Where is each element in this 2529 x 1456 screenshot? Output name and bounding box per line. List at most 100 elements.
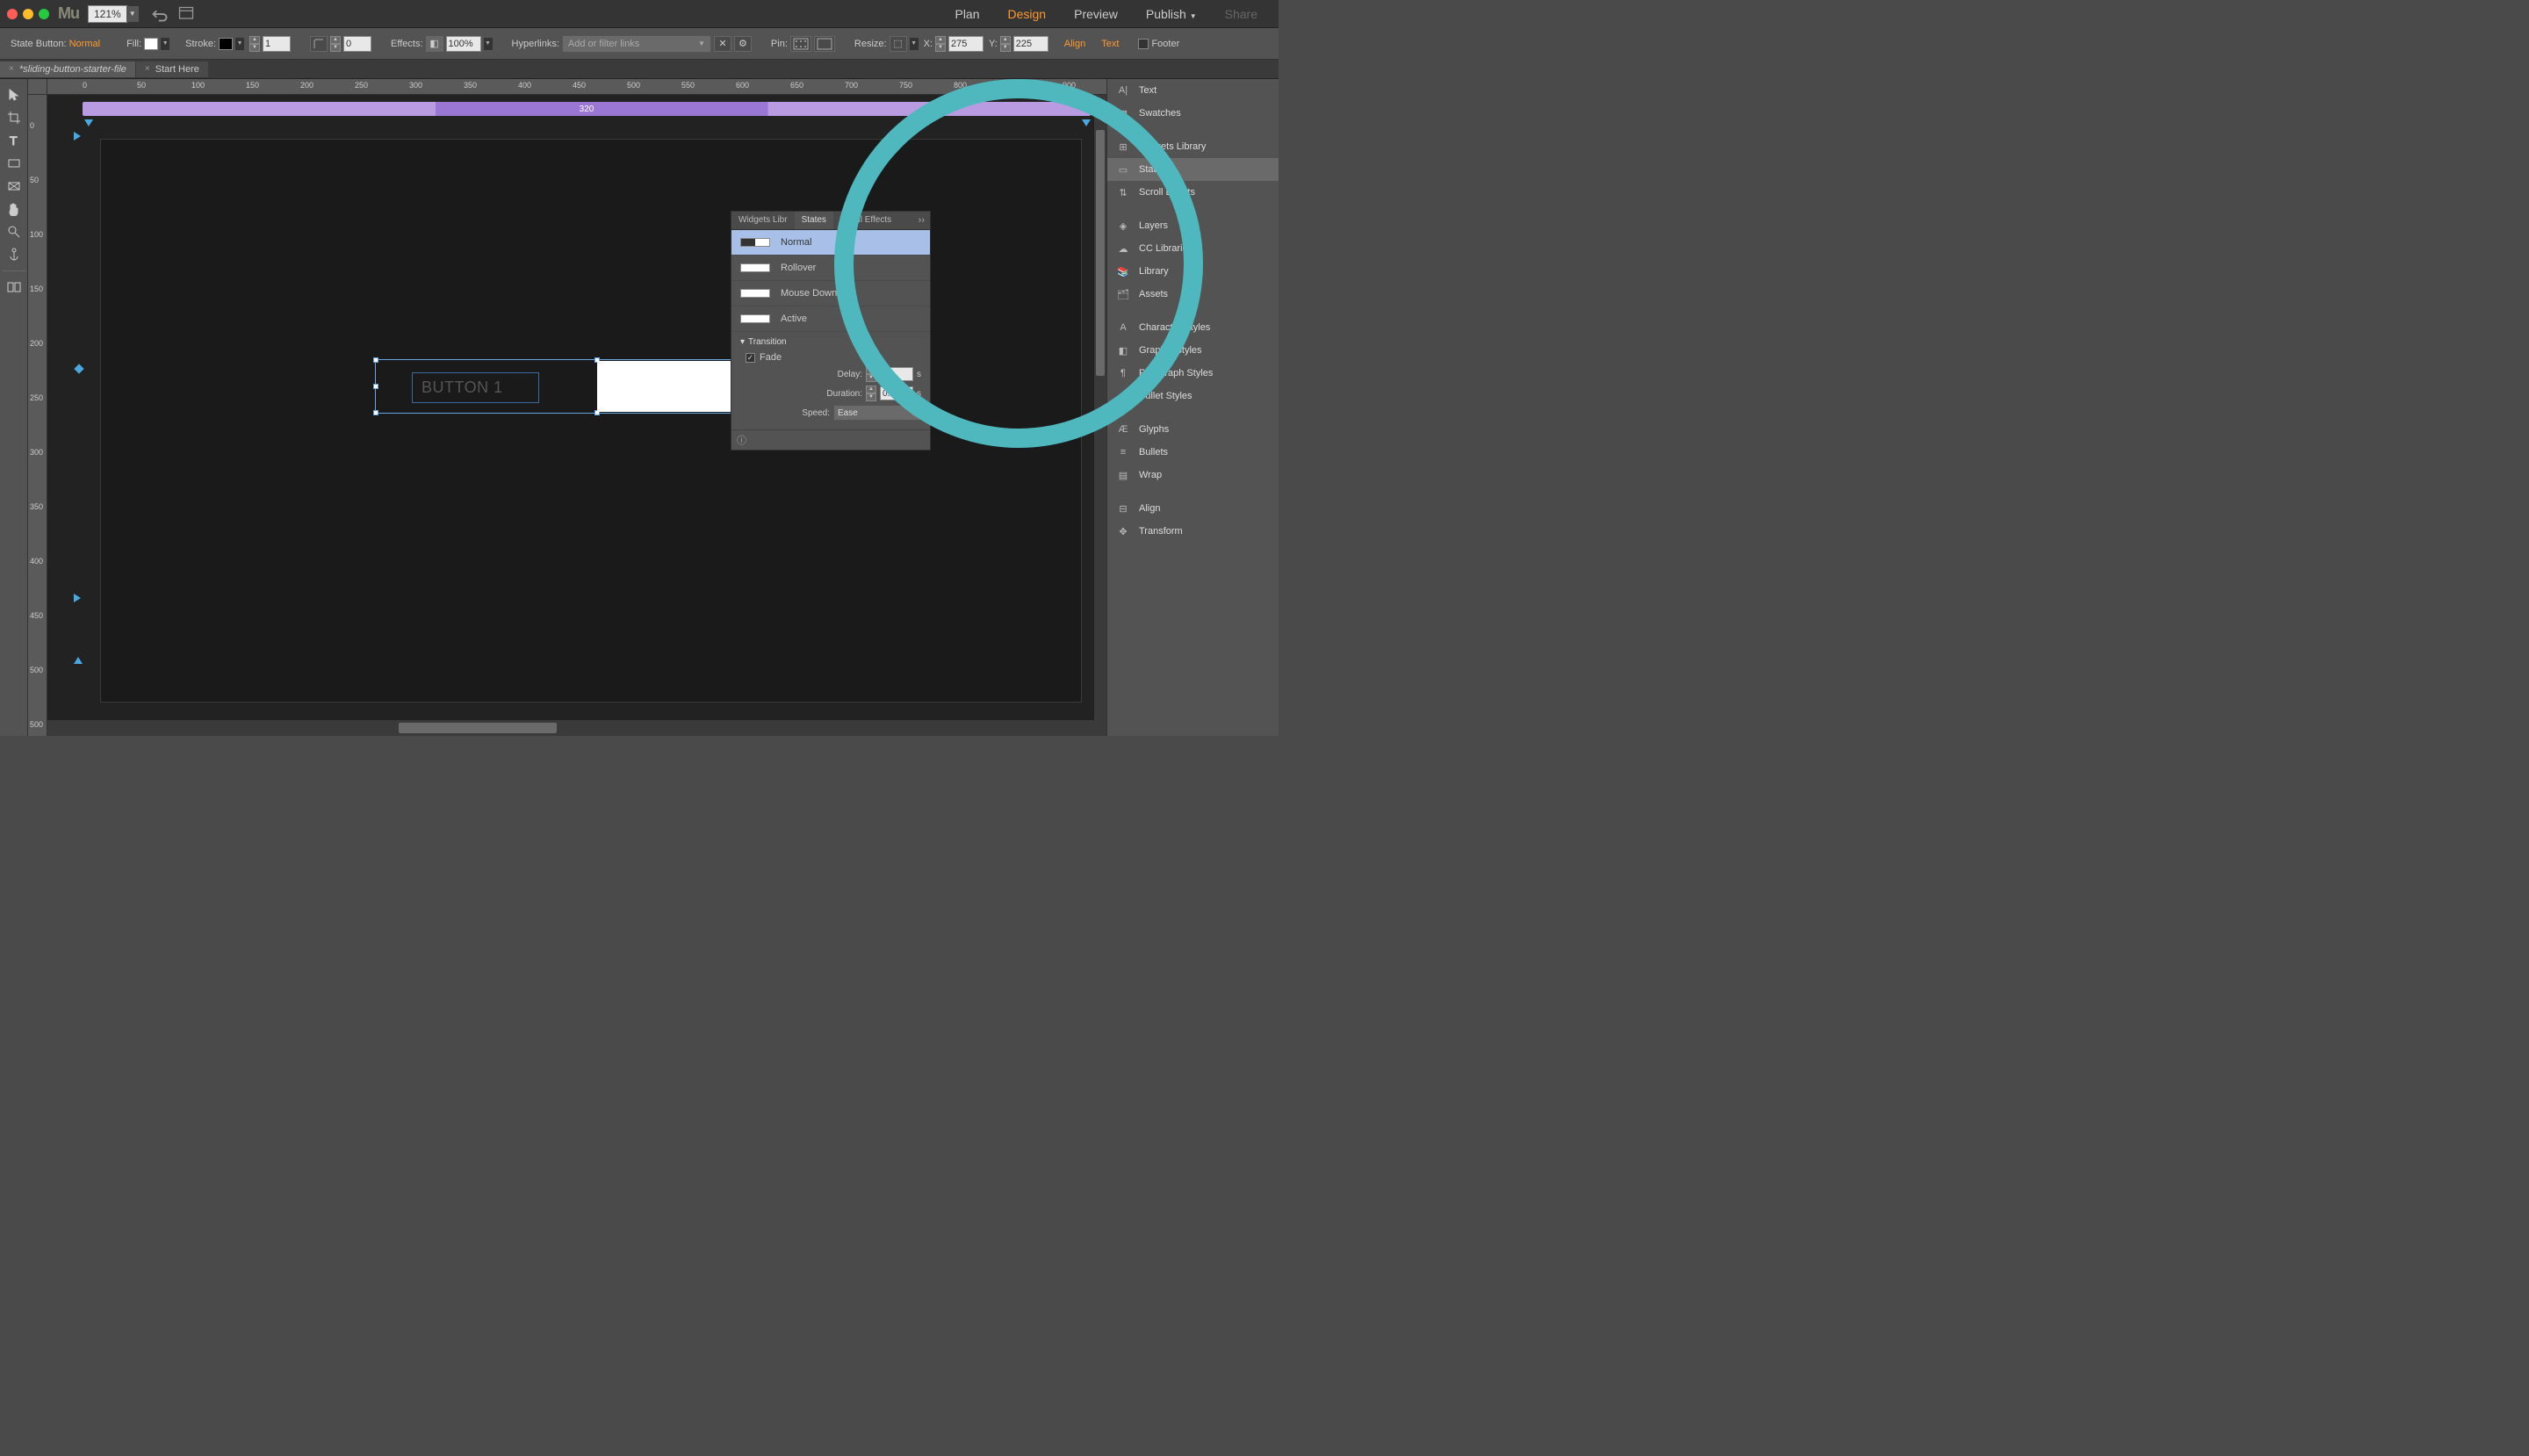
- panel-assets[interactable]: 🗂Assets: [1107, 283, 1279, 306]
- corner-input[interactable]: [343, 36, 371, 52]
- panel-transform[interactable]: ✥Transform: [1107, 520, 1279, 543]
- vertical-scrollbar[interactable]: [1094, 95, 1106, 720]
- close-tab-icon[interactable]: ×: [9, 64, 14, 74]
- panel-graphic-styles[interactable]: ◧Graphic Styles: [1107, 339, 1279, 362]
- duration-stepper[interactable]: ▲▼: [866, 386, 876, 401]
- guide-marker-icon[interactable]: [84, 119, 93, 126]
- corner-icon[interactable]: [310, 36, 328, 52]
- hand-tool-icon[interactable]: [2, 198, 26, 220]
- guide-marker-icon[interactable]: [74, 594, 81, 602]
- align-link[interactable]: Align: [1064, 39, 1085, 49]
- zoom-tool-icon[interactable]: [2, 221, 26, 242]
- text-tool-icon[interactable]: T: [2, 130, 26, 151]
- panel-character-styles[interactable]: ACharacter Styles: [1107, 316, 1279, 339]
- button-text-frame[interactable]: BUTTON 1: [412, 372, 539, 403]
- page-background[interactable]: BUTTON 1: [100, 139, 1082, 703]
- x-input[interactable]: [948, 36, 984, 52]
- y-input[interactable]: [1013, 36, 1048, 52]
- resize-option-icon[interactable]: ⬚: [890, 36, 907, 52]
- guide-marker-icon[interactable]: [74, 132, 81, 141]
- transition-header[interactable]: ▾ Transition: [740, 337, 921, 347]
- horizontal-ruler[interactable]: 0501001502002503003504004505005506006507…: [47, 79, 1106, 95]
- state-row-rollover[interactable]: Rollover: [731, 256, 930, 281]
- help-icon[interactable]: ⓘ: [737, 433, 746, 447]
- hyperlink-options-icon[interactable]: ⚙: [734, 36, 752, 52]
- footer-checkbox[interactable]: [1138, 39, 1149, 49]
- selection-handle[interactable]: [373, 384, 378, 389]
- corner-stepper[interactable]: ▲▼: [330, 36, 341, 52]
- guide-marker-icon[interactable]: [74, 364, 83, 373]
- plan-mode-button[interactable]: Plan: [940, 0, 993, 28]
- scroll-effects-tab[interactable]: Scroll Effects: [833, 212, 898, 229]
- close-tab-icon[interactable]: ×: [145, 64, 150, 74]
- close-window-icon[interactable]: [7, 9, 18, 19]
- format-tool-icon[interactable]: [2, 277, 26, 298]
- opacity-dropdown-icon[interactable]: ▼: [484, 38, 493, 50]
- horizontal-scrollbar[interactable]: [47, 720, 1106, 736]
- panel-states[interactable]: ▭States: [1107, 158, 1279, 181]
- delay-input[interactable]: [880, 367, 913, 381]
- canvas-area[interactable]: 0501001502002503003504004505005506006507…: [28, 79, 1106, 736]
- y-stepper[interactable]: ▲▼: [1000, 36, 1011, 52]
- panel-scroll-effects[interactable]: ⇅Scroll Effects: [1107, 181, 1279, 204]
- frame-tool-icon[interactable]: [2, 176, 26, 197]
- resize-dropdown-icon[interactable]: ▼: [910, 38, 919, 50]
- view-options-icon[interactable]: [177, 5, 195, 23]
- states-tab[interactable]: States: [795, 212, 833, 229]
- fade-checkbox[interactable]: [746, 353, 755, 363]
- panel-bullets[interactable]: ≡Bullets: [1107, 441, 1279, 464]
- stroke-control[interactable]: Stroke: ▼: [185, 38, 244, 50]
- page-viewport[interactable]: 320 BUTTON 1: [47, 95, 1106, 720]
- pin-grid-1-icon[interactable]: [790, 36, 811, 52]
- stroke-weight-input[interactable]: [263, 36, 291, 52]
- panel-align[interactable]: ⊟Align: [1107, 497, 1279, 520]
- speed-select[interactable]: Ease▼: [833, 405, 921, 421]
- panel-bullet-styles[interactable]: •Bullet Styles: [1107, 385, 1279, 407]
- panel-text[interactable]: A|Text: [1107, 79, 1279, 102]
- panel-wrap[interactable]: ▤Wrap: [1107, 464, 1279, 487]
- fill-swatch[interactable]: [144, 38, 158, 50]
- guide-marker-icon[interactable]: [1082, 119, 1091, 126]
- selection-tool-icon[interactable]: [2, 84, 26, 105]
- vertical-ruler[interactable]: 050100150200250300350400450500500: [28, 95, 47, 736]
- pin-grid-2-icon[interactable]: [814, 36, 835, 52]
- fill-control[interactable]: Fill: ▼: [126, 38, 169, 50]
- undo-icon[interactable]: [151, 5, 169, 23]
- zoom-window-icon[interactable]: [39, 9, 49, 19]
- file-tab-active[interactable]: × *sliding-button-starter-file: [0, 61, 135, 77]
- hyperlink-input[interactable]: Add or filter links▼: [562, 35, 711, 53]
- stroke-swatch[interactable]: [219, 38, 233, 50]
- rectangle-tool-icon[interactable]: [2, 153, 26, 174]
- anchor-tool-icon[interactable]: [2, 244, 26, 265]
- selection-handle[interactable]: [373, 410, 378, 415]
- scrollbar-thumb[interactable]: [399, 723, 557, 733]
- panel-swatches[interactable]: ▦Swatches: [1107, 102, 1279, 125]
- panel-paragraph-styles[interactable]: ¶Paragraph Styles: [1107, 362, 1279, 385]
- zoom-level-input[interactable]: 121%: [88, 5, 127, 23]
- panel-library[interactable]: 📚Library: [1107, 260, 1279, 283]
- breakpoint-bar[interactable]: 320: [83, 102, 1091, 116]
- preview-mode-button[interactable]: Preview: [1060, 0, 1132, 28]
- panel-widgets-library[interactable]: ⊞Widgets Library: [1107, 135, 1279, 158]
- state-row-normal[interactable]: Normal: [731, 230, 930, 256]
- duration-input[interactable]: [880, 386, 913, 400]
- panel-collapse-icon[interactable]: ››: [913, 212, 930, 229]
- opacity-input[interactable]: [446, 36, 481, 52]
- stroke-dropdown-icon[interactable]: ▼: [235, 38, 244, 50]
- crop-tool-icon[interactable]: [2, 107, 26, 128]
- zoom-dropdown-icon[interactable]: ▼: [126, 6, 139, 22]
- hyperlink-clear-icon[interactable]: ✕: [714, 36, 731, 52]
- design-mode-button[interactable]: Design: [994, 0, 1061, 28]
- text-link[interactable]: Text: [1101, 39, 1119, 49]
- states-panel[interactable]: Widgets Libr States Scroll Effects ›› No…: [731, 211, 931, 450]
- panel-cc-libraries[interactable]: ☁CC Libraries: [1107, 237, 1279, 260]
- panel-glyphs[interactable]: ÆGlyphs: [1107, 418, 1279, 441]
- panel-layers[interactable]: ◈Layers: [1107, 214, 1279, 237]
- publish-mode-button[interactable]: Publish ▼: [1132, 0, 1211, 28]
- effects-icon[interactable]: ◧: [426, 36, 443, 52]
- guide-marker-icon[interactable]: [74, 657, 83, 664]
- state-row-active[interactable]: Active: [731, 306, 930, 332]
- widgets-library-tab[interactable]: Widgets Libr: [731, 212, 795, 229]
- selection-handle[interactable]: [373, 357, 378, 363]
- scrollbar-thumb[interactable]: [1096, 130, 1105, 376]
